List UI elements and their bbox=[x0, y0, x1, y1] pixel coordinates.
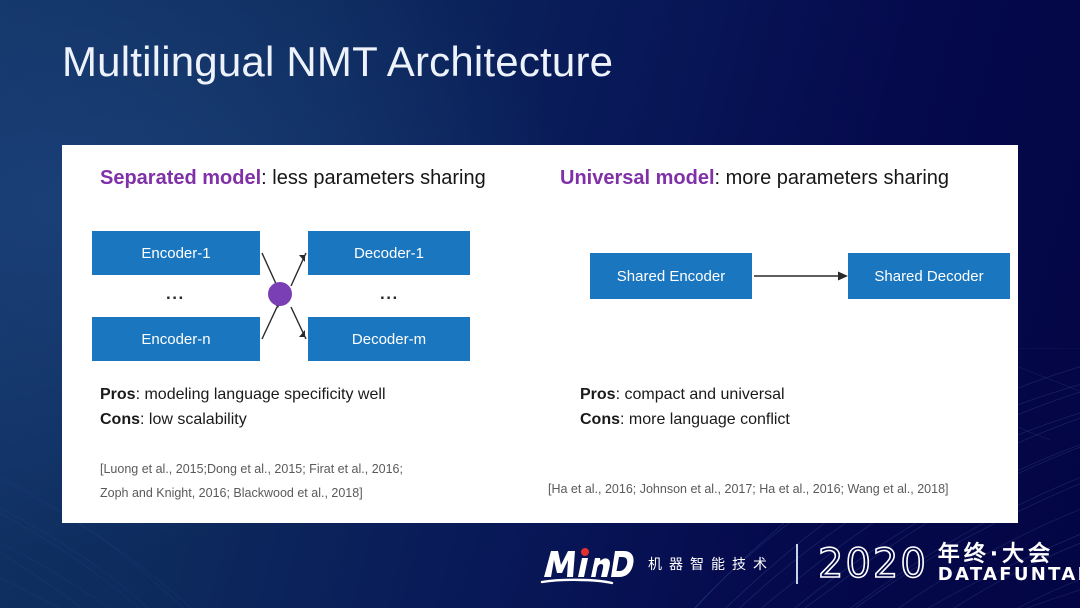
separated-model-heading: Separated model: less parameters sharing bbox=[100, 167, 486, 190]
node-decoder-m[interactable]: Decoder-m bbox=[308, 317, 470, 361]
universal-model-pros-label: Pros bbox=[580, 386, 616, 403]
universal-model-citation-line-1: [Ha et al., 2016; Johnson et al., 2017; … bbox=[548, 482, 949, 496]
footer-divider bbox=[796, 544, 798, 584]
node-shared-decoder-label: Shared Decoder bbox=[874, 267, 984, 285]
node-decoder-1-label: Decoder-1 bbox=[353, 244, 425, 262]
encoder-ellipsis: ... bbox=[166, 284, 185, 303]
universal-model-proscons: Pros: compact and universal Cons: more l… bbox=[580, 383, 790, 433]
separated-model-pros-text: : modeling language specificity well bbox=[135, 386, 386, 403]
decoder-ellipsis: ... bbox=[380, 284, 399, 303]
separated-model-cons-label: Cons bbox=[100, 410, 140, 428]
universal-model-pros-text: : compact and universal bbox=[615, 386, 785, 403]
slide: Multilingual NMT Architecture Separated … bbox=[0, 0, 1080, 608]
separated-model-heading-rest: : less parameters sharing bbox=[261, 167, 486, 189]
page-title: Multilingual NMT Architecture bbox=[62, 38, 614, 85]
brand-chinese-text: 机器智能技术 bbox=[648, 557, 774, 573]
conference-title-en: DATAFUNTALK bbox=[937, 564, 1080, 586]
separated-model-citations: [Luong et al., 2015;Dong et al., 2015; F… bbox=[100, 458, 403, 506]
separated-model-proscons: Pros: modeling language specificity well… bbox=[100, 383, 386, 433]
universal-model-heading-rest: : more parameters sharing bbox=[714, 167, 950, 189]
content-panel: Separated model: less parameters sharing bbox=[62, 145, 1018, 523]
conference-year: 2020 bbox=[817, 541, 928, 587]
separated-model-pros-label: Pros bbox=[100, 386, 136, 403]
node-shared-encoder[interactable]: Shared Encoder bbox=[590, 253, 752, 299]
node-encoder-n-label: Encoder-n bbox=[141, 330, 211, 348]
separated-model-cons-line: Cons: low scalability bbox=[100, 408, 386, 433]
separated-model-pros-line: Pros: modeling language specificity well bbox=[100, 383, 386, 408]
universal-model-column: Universal model: more parameters sharing… bbox=[540, 145, 1018, 523]
universal-model-diagram: Shared Encoder Shared Decoder bbox=[590, 253, 1010, 299]
mind-logo-icon bbox=[540, 541, 636, 587]
separated-model-heading-accent: Separated model bbox=[100, 167, 262, 189]
node-encoder-1[interactable]: Encoder-1 bbox=[92, 231, 260, 275]
separated-model-diagram: Encoder-1 Encoder-n Decoder-1 Decoder-m … bbox=[92, 231, 500, 361]
node-encoder-1-label: Encoder-1 bbox=[141, 244, 211, 262]
footer-branding: 机器智能技术 2020 年终·大会 DATAFUNTALK bbox=[540, 536, 1080, 592]
separated-model-cons-text: : low scalability bbox=[140, 410, 247, 428]
node-decoder-1[interactable]: Decoder-1 bbox=[308, 231, 470, 275]
universal-model-cons-label: Cons bbox=[580, 410, 620, 428]
universal-model-pros-line: Pros: compact and universal bbox=[580, 383, 790, 408]
conference-title-block: 年终·大会 DATAFUNTALK bbox=[938, 543, 1080, 585]
separated-model-column: Separated model: less parameters sharing bbox=[62, 145, 540, 523]
separated-model-citation-line-1: [Luong et al., 2015;Dong et al., 2015; F… bbox=[100, 462, 403, 476]
universal-model-heading-accent: Universal model bbox=[560, 167, 715, 189]
node-shared-decoder[interactable]: Shared Decoder bbox=[848, 253, 1010, 299]
node-decoder-m-label: Decoder-m bbox=[351, 330, 427, 348]
separated-model-citation-line-2: Zoph and Knight, 2016; Blackwood et al.,… bbox=[100, 485, 363, 500]
conference-title-cn: 年终·大会 bbox=[937, 542, 1055, 567]
universal-model-cons-line: Cons: more language conflict bbox=[580, 408, 790, 433]
shared-attention-node-icon bbox=[268, 282, 292, 306]
universal-model-cons-text: : more language conflict bbox=[620, 410, 790, 428]
node-encoder-n[interactable]: Encoder-n bbox=[92, 317, 260, 361]
universal-model-heading: Universal model: more parameters sharing bbox=[560, 167, 949, 190]
universal-model-citations: [Ha et al., 2016; Johnson et al., 2017; … bbox=[548, 478, 949, 502]
node-shared-encoder-label: Shared Encoder bbox=[616, 267, 726, 285]
